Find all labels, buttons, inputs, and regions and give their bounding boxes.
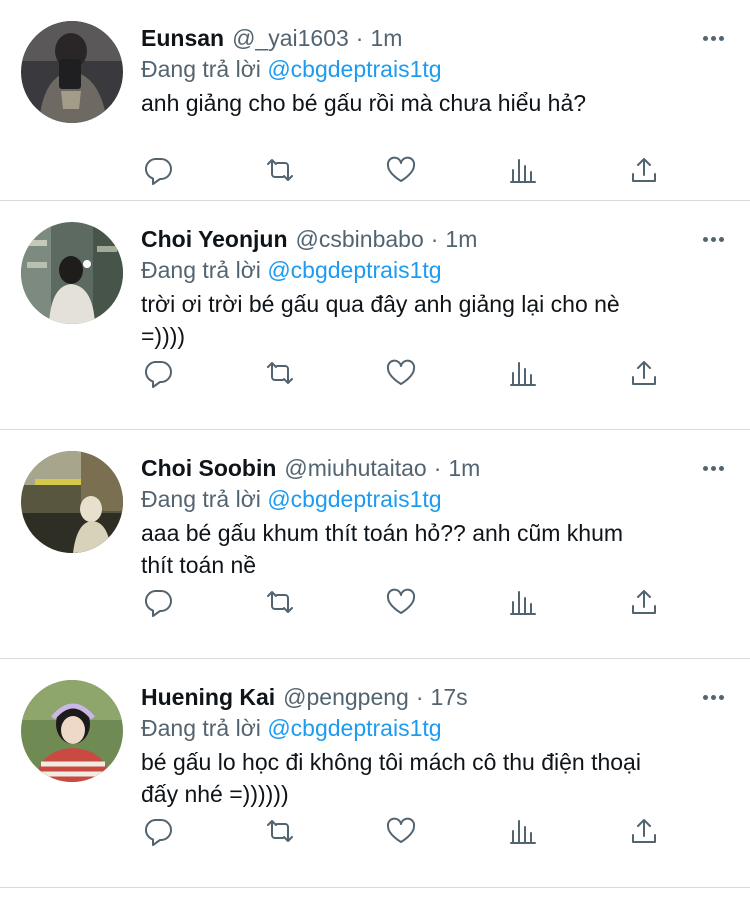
replying-to: Đang trả lời @cbgdeptrais1tg (141, 254, 730, 286)
reply-item[interactable]: Eunsan @_yai1603 · 1m Đang trả lời @cbgd… (0, 0, 750, 201)
avatar[interactable] (21, 451, 123, 553)
user-handle[interactable]: @_yai1603 (232, 23, 349, 53)
user-handle[interactable]: @pengpeng (283, 682, 409, 712)
share-icon[interactable] (627, 585, 661, 619)
replying-to: Đang trả lời @cbgdeptrais1tg (141, 483, 730, 515)
analytics-icon[interactable] (506, 814, 540, 848)
user-handle[interactable]: @csbinbabo (296, 224, 424, 254)
mention-link[interactable]: @cbgdeptrais1tg (267, 56, 441, 82)
display-name[interactable]: Eunsan (141, 23, 224, 53)
retweet-icon[interactable] (263, 814, 297, 848)
share-icon[interactable] (627, 153, 661, 187)
separator: · (430, 226, 439, 252)
tweet-header: Huening Kai @pengpeng · 17s (141, 682, 730, 712)
replying-prefix: Đang trả lời (141, 486, 261, 512)
tweet-text: bé gấu lo học đi không tôi mách cô thu đ… (141, 749, 641, 807)
separator: · (355, 25, 364, 51)
like-icon[interactable] (384, 585, 418, 619)
avatar[interactable] (21, 680, 123, 782)
reply-item[interactable]: Choi Soobin @miuhutaitao · 1m Đang trả l… (0, 430, 750, 659)
replying-prefix: Đang trả lời (141, 257, 261, 283)
reply-icon[interactable] (141, 356, 175, 390)
analytics-icon[interactable] (506, 153, 540, 187)
tweet-header: Choi Yeonjun @csbinbabo · 1m (141, 224, 730, 254)
separator: · (433, 455, 442, 481)
action-bar (141, 356, 661, 390)
more-icon[interactable] (696, 224, 730, 254)
analytics-icon[interactable] (506, 356, 540, 390)
replying-to: Đang trả lời @cbgdeptrais1tg (141, 712, 730, 744)
replying-prefix: Đang trả lời (141, 715, 261, 741)
display-name[interactable]: Choi Yeonjun (141, 224, 288, 254)
timestamp[interactable]: 1m (445, 224, 477, 254)
tweet-header: Eunsan @_yai1603 · 1m (141, 23, 730, 53)
tweet-text: trời ơi trời bé gấu qua đây anh giảng lạ… (141, 291, 620, 349)
like-icon[interactable] (384, 814, 418, 848)
avatar[interactable] (21, 21, 123, 123)
tweet-text: anh giảng cho bé gấu rồi mà chưa hiểu hả… (141, 90, 587, 116)
reply-item[interactable]: Huening Kai @pengpeng · 17s Đang trả lời… (0, 659, 750, 888)
action-bar (141, 814, 661, 848)
avatar[interactable] (21, 222, 123, 324)
retweet-icon[interactable] (263, 585, 297, 619)
display-name[interactable]: Huening Kai (141, 682, 275, 712)
like-icon[interactable] (384, 356, 418, 390)
like-icon[interactable] (384, 153, 418, 187)
mention-link[interactable]: @cbgdeptrais1tg (267, 257, 441, 283)
reply-item[interactable]: Choi Yeonjun @csbinbabo · 1m Đang trả lờ… (0, 201, 750, 430)
separator: · (415, 684, 424, 710)
more-icon[interactable] (696, 23, 730, 53)
user-handle[interactable]: @miuhutaitao (284, 453, 426, 483)
tweet-text: aaa bé gấu khum thít toán hỏ?? anh cũm k… (141, 520, 624, 578)
more-icon[interactable] (696, 453, 730, 483)
reply-icon[interactable] (141, 153, 175, 187)
timestamp[interactable]: 1m (370, 23, 402, 53)
mention-link[interactable]: @cbgdeptrais1tg (267, 715, 441, 741)
display-name[interactable]: Choi Soobin (141, 453, 276, 483)
timestamp[interactable]: 1m (448, 453, 480, 483)
mention-link[interactable]: @cbgdeptrais1tg (267, 486, 441, 512)
action-bar (141, 153, 661, 187)
analytics-icon[interactable] (506, 585, 540, 619)
more-icon[interactable] (696, 682, 730, 712)
action-bar (141, 585, 661, 619)
retweet-icon[interactable] (263, 356, 297, 390)
reply-icon[interactable] (141, 585, 175, 619)
reply-icon[interactable] (141, 814, 175, 848)
retweet-icon[interactable] (263, 153, 297, 187)
share-icon[interactable] (627, 814, 661, 848)
replying-prefix: Đang trả lời (141, 56, 261, 82)
share-icon[interactable] (627, 356, 661, 390)
replying-to: Đang trả lời @cbgdeptrais1tg (141, 53, 730, 85)
timestamp[interactable]: 17s (431, 682, 468, 712)
tweet-header: Choi Soobin @miuhutaitao · 1m (141, 453, 730, 483)
